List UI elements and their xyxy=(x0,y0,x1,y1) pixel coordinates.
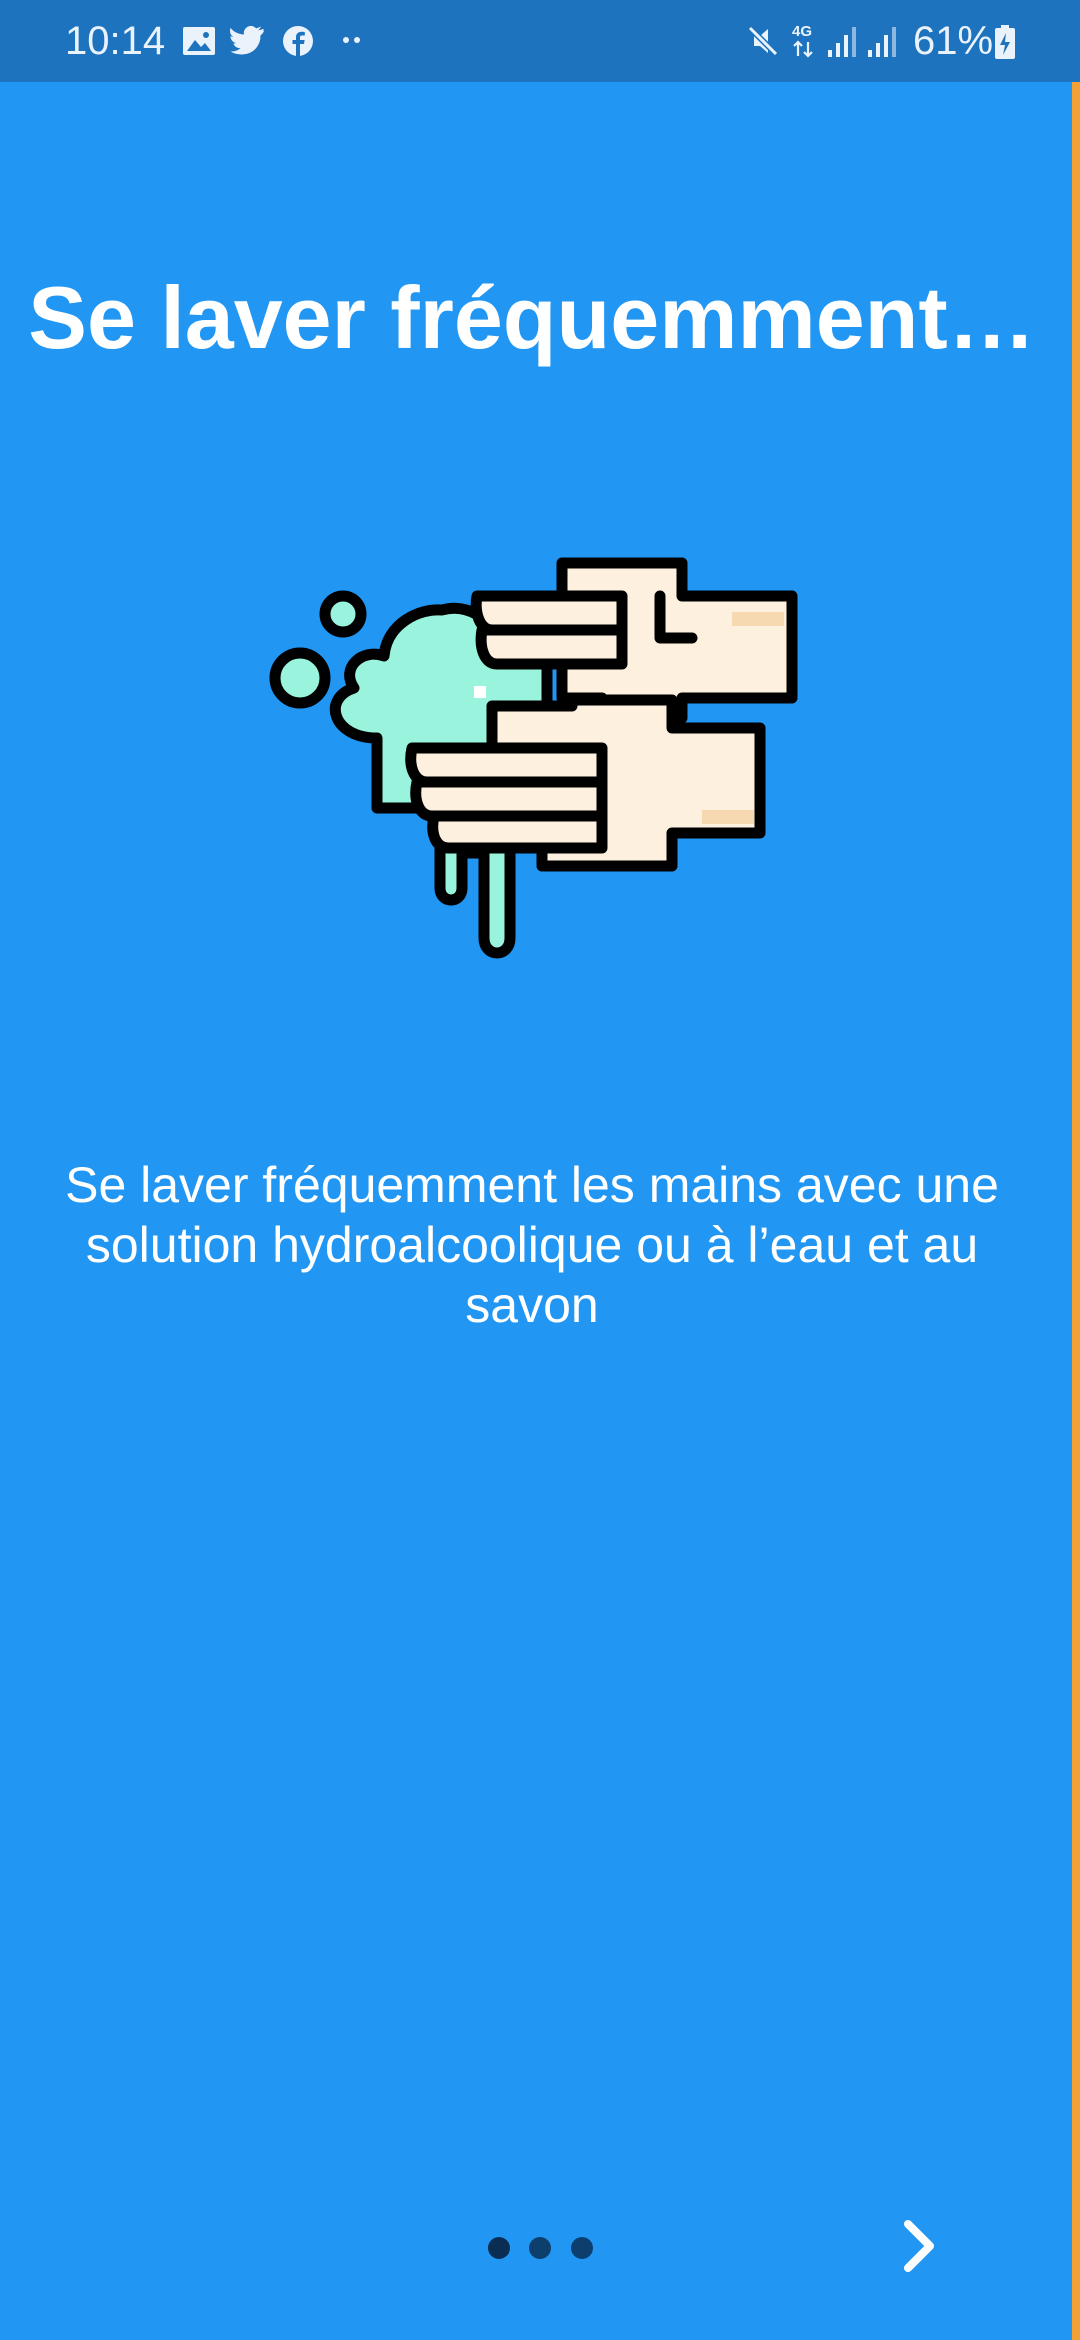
gallery-icon xyxy=(183,27,215,55)
svg-text:4G: 4G xyxy=(792,23,812,40)
mute-icon xyxy=(747,25,779,57)
more-notifications-icon xyxy=(343,37,360,43)
edge-highlight xyxy=(1072,82,1080,2340)
onboarding-screen: 10:14 4G 61% Se laver fréquemment… Se la… xyxy=(0,0,1080,2340)
twitter-icon xyxy=(230,26,264,55)
facebook-icon xyxy=(283,26,313,56)
page-dot[interactable] xyxy=(571,2237,593,2259)
signal-icon xyxy=(868,27,896,57)
chevron-right-icon xyxy=(904,2220,934,2272)
battery-icon xyxy=(995,25,1015,59)
signal-icon xyxy=(828,27,856,57)
page-indicator xyxy=(480,2237,600,2261)
page-dot-active[interactable] xyxy=(488,2237,510,2259)
battery-percentage: 61% xyxy=(913,19,994,63)
4g-icon: 4G xyxy=(792,23,813,58)
status-bar: 10:14 4G 61% xyxy=(0,0,1080,82)
page-dot[interactable] xyxy=(529,2237,551,2259)
page-title: Se laver fréquemment… xyxy=(28,268,1036,367)
handwashing-icon xyxy=(269,557,798,959)
next-button[interactable] xyxy=(890,2210,950,2282)
status-time: 10:14 xyxy=(65,19,166,63)
page-description: Se laver fréquemment les mains avec une … xyxy=(65,1157,999,1333)
